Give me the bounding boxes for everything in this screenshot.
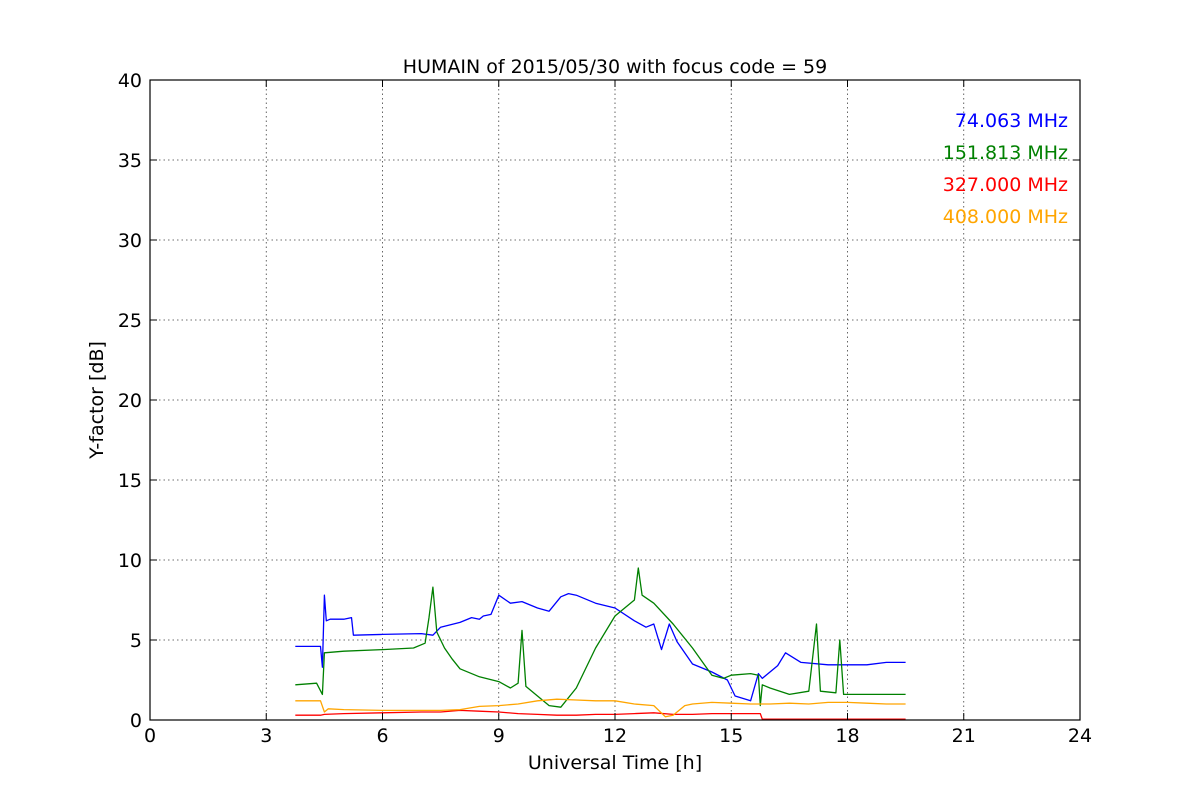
y-tick-label: 0 (130, 710, 142, 732)
y-tick-label: 5 (130, 630, 142, 652)
legend-entry-1: 151.813 MHz (943, 142, 1068, 164)
y-tick-label: 35 (118, 150, 142, 172)
x-axis-label: Universal Time [h] (528, 752, 702, 774)
x-tick-label: 9 (493, 725, 505, 747)
x-tick-label: 0 (144, 725, 156, 747)
x-tick-label: 21 (952, 725, 976, 747)
y-tick-label: 10 (118, 550, 142, 572)
chart: HUMAIN of 2015/05/30 with focus code = 5… (0, 0, 1200, 800)
x-tick-label: 24 (1068, 725, 1092, 747)
chart-title: HUMAIN of 2015/05/30 with focus code = 5… (403, 56, 827, 78)
x-tick-label: 6 (376, 725, 388, 747)
legend-entry-3: 408.000 MHz (943, 206, 1068, 228)
legend-entry-2: 327.000 MHz (943, 174, 1068, 196)
y-tick-label: 20 (118, 390, 142, 412)
x-tick-label: 18 (835, 725, 859, 747)
x-tick-label: 12 (603, 725, 627, 747)
y-tick-label: 15 (118, 470, 142, 492)
legend-entry-0: 74.063 MHz (955, 110, 1068, 132)
y-tick-label: 40 (118, 70, 142, 92)
x-tick-label: 3 (260, 725, 272, 747)
y-axis-label: Y-factor [dB] (86, 341, 108, 460)
x-tick-label: 15 (719, 725, 743, 747)
y-tick-label: 30 (118, 230, 142, 252)
y-tick-label: 25 (118, 310, 142, 332)
